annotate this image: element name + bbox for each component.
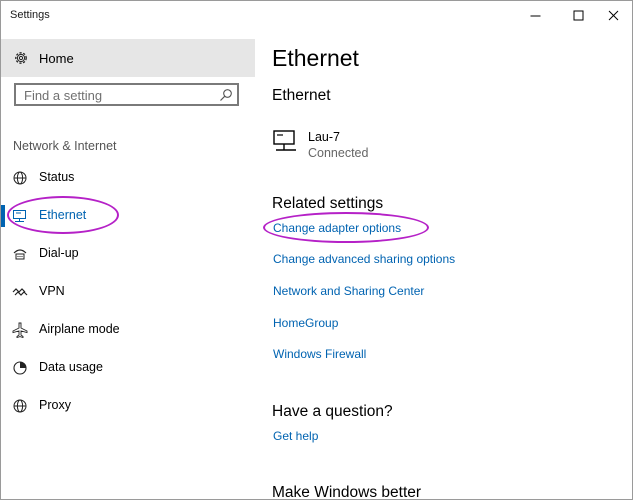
sidebar-item-label: Data usage [39, 360, 103, 374]
sidebar: Home Find a setting Network & Internet S… [1, 29, 255, 499]
ethernet-icon [13, 210, 26, 222]
sidebar-item-label: Airplane mode [39, 322, 120, 336]
vpn-icon [12, 288, 28, 296]
have-question-title: Have a question? [272, 403, 393, 420]
change-advanced-sharing-link[interactable]: Change advanced sharing options [273, 252, 455, 266]
active-indicator [1, 205, 5, 227]
sidebar-item-vpn[interactable]: VPN [1, 275, 255, 309]
home-label: Home [39, 51, 74, 66]
airplane-icon [12, 322, 28, 338]
globe-icon [13, 171, 27, 185]
ethernet-connection-icon[interactable] [272, 129, 300, 155]
title-bar: Settings [1, 1, 632, 29]
sidebar-item-status[interactable]: Status [1, 161, 255, 195]
sidebar-item-label: VPN [39, 284, 65, 298]
page-title: Ethernet [272, 45, 359, 71]
sidebar-item-airplane-mode[interactable]: Airplane mode [1, 313, 255, 347]
network-sharing-center-link[interactable]: Network and Sharing Center [273, 284, 424, 298]
sidebar-item-label: Ethernet [39, 208, 87, 222]
close-button[interactable] [594, 1, 632, 29]
dial-up-icon [13, 249, 27, 260]
get-help-link[interactable]: Get help [273, 429, 318, 443]
sidebar-item-proxy[interactable]: Proxy [1, 389, 255, 423]
data-usage-icon [13, 361, 27, 375]
gear-icon [15, 52, 27, 64]
windows-firewall-link[interactable]: Windows Firewall [273, 347, 366, 361]
globe-icon [13, 399, 27, 413]
search-placeholder: Find a setting [24, 88, 103, 103]
sidebar-item-label: Proxy [39, 398, 71, 412]
sidebar-home[interactable]: Home [1, 39, 255, 77]
sidebar-item-label: Dial-up [39, 246, 79, 260]
change-adapter-options-link[interactable]: Change adapter options [273, 221, 401, 235]
sidebar-item-data-usage[interactable]: Data usage [1, 351, 255, 385]
minimize-icon [530, 15, 540, 16]
related-settings-title: Related settings [272, 195, 384, 212]
connection-status: Connected [308, 146, 369, 160]
maximize-icon [573, 10, 583, 20]
main-content: Ethernet Ethernet Lau-7 Connected Relate… [255, 29, 632, 499]
connection-name[interactable]: Lau-7 [308, 130, 340, 144]
window-title: Settings [10, 9, 50, 21]
search-icon[interactable] [219, 88, 233, 102]
section-label: Network & Internet [13, 139, 117, 153]
sidebar-item-label: Status [39, 170, 75, 184]
settings-window: Settings Home Find a setting Network & I… [0, 0, 633, 500]
sidebar-item-ethernet[interactable]: Ethernet [1, 199, 255, 233]
maximize-button[interactable] [559, 1, 597, 29]
sidebar-item-dial-up[interactable]: Dial-up [1, 237, 255, 271]
section-title: Ethernet [272, 87, 331, 104]
search-input[interactable]: Find a setting [14, 83, 239, 106]
homegroup-link[interactable]: HomeGroup [273, 316, 338, 330]
make-windows-better-title: Make Windows better [272, 484, 422, 500]
close-icon [608, 10, 618, 20]
minimize-button[interactable] [516, 1, 554, 29]
